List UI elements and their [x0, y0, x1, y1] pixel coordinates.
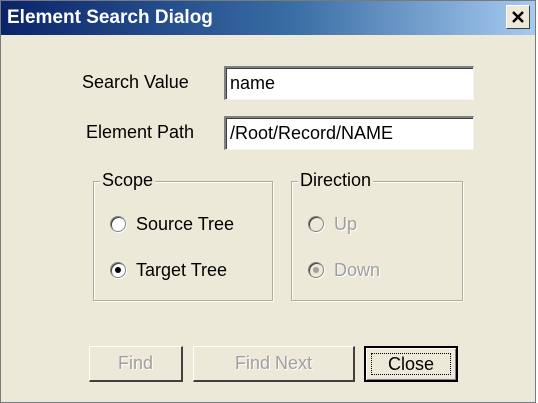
radio-unchecked-disabled-icon[interactable] [308, 216, 324, 232]
direction-group: Direction Up Down [291, 170, 463, 301]
direction-group-legend: Direction [298, 170, 374, 191]
direction-up-label: Up [334, 213, 358, 234]
scope-target-tree-option[interactable]: Target Tree [110, 258, 227, 282]
find-next-button[interactable]: Find Next [193, 346, 355, 382]
element-path-input[interactable] [224, 116, 474, 150]
close-window-button[interactable] [506, 5, 530, 29]
direction-down-label: Down [334, 259, 381, 280]
scope-target-tree-label: Target Tree [136, 259, 228, 280]
scope-group: Scope Source Tree Target Tree [93, 170, 273, 301]
window-title: Element Search Dialog [7, 7, 213, 28]
search-value-input[interactable] [224, 66, 474, 100]
radio-unchecked-icon[interactable] [110, 216, 126, 232]
radio-checked-icon[interactable] [110, 262, 126, 278]
find-button[interactable]: Find [89, 346, 183, 382]
close-button[interactable]: Close [364, 346, 458, 382]
scope-source-tree-option[interactable]: Source Tree [110, 212, 234, 236]
search-dialog-window: Element Search Dialog Search Value Eleme… [0, 0, 536, 403]
search-value-label: Search Value [82, 72, 189, 92]
element-path-label: Element Path [86, 122, 195, 142]
close-button-label: Close [387, 353, 435, 374]
close-x-icon [512, 11, 524, 23]
title-bar[interactable]: Element Search Dialog [1, 1, 535, 35]
scope-group-legend: Scope [100, 170, 156, 191]
direction-up-option[interactable]: Up [308, 212, 357, 236]
scope-source-tree-label: Source Tree [136, 213, 235, 234]
radio-checked-disabled-icon[interactable] [308, 262, 324, 278]
direction-down-option[interactable]: Down [308, 258, 380, 282]
